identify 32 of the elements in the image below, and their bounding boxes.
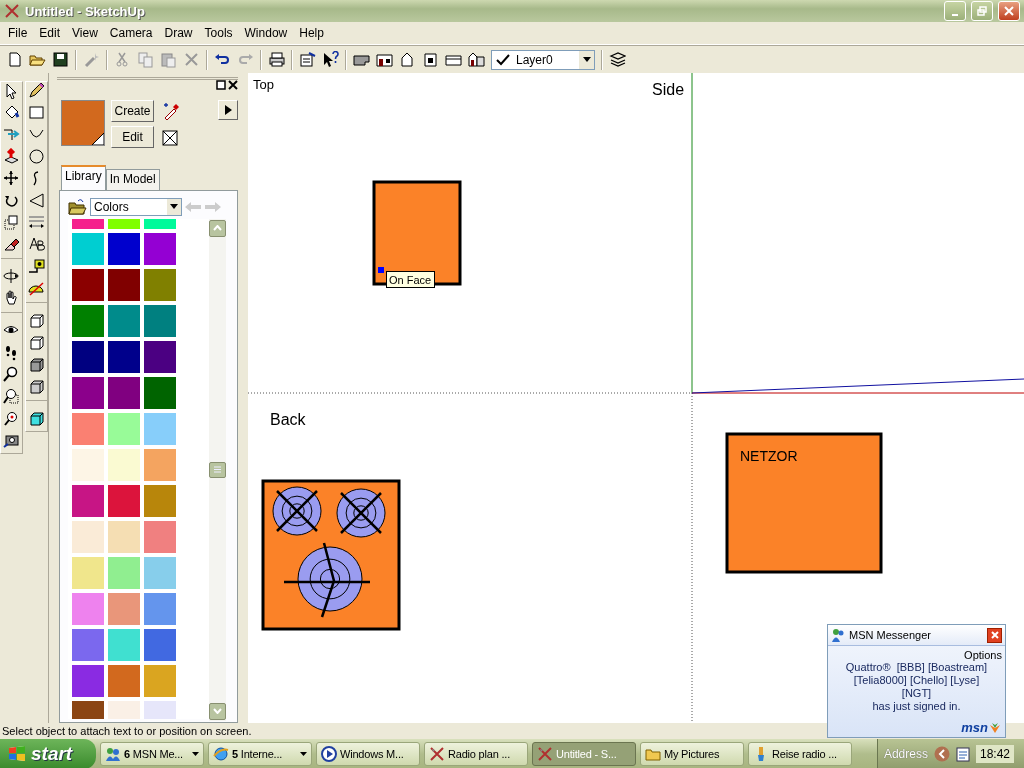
menu-item[interactable]: Window	[238, 24, 294, 42]
status-text: Select object to attach text to or position on screen.	[2, 725, 252, 737]
notification-message: Quattro® [BBB] [Boastream] [Telia8000] [Chello] [Lyse] [NGT] has just signed in.	[844, 661, 989, 713]
view-label: Back	[270, 411, 306, 428]
menu-item[interactable]: View	[66, 24, 104, 42]
material-button[interactable]: Create	[111, 100, 154, 122]
view-label: Side	[652, 81, 685, 98]
options-link[interactable]: Options	[964, 646, 1005, 661]
menu-item[interactable]: Help	[293, 24, 330, 42]
menu-item[interactable]: Edit	[33, 24, 67, 42]
material-button[interactable]: Edit	[111, 126, 154, 148]
popup-title: MSN Messenger	[849, 629, 932, 641]
tab[interactable]: Library	[61, 164, 106, 190]
window-title: Untitled - SketchUp	[25, 3, 146, 19]
library-dropdown[interactable]: Colors	[90, 197, 182, 216]
taskbar-button[interactable]: 5 Interne...	[208, 742, 312, 766]
logo-text: msn	[961, 720, 988, 735]
view-label: Top	[253, 77, 274, 92]
taskbar-button[interactable]: My Pictures	[640, 742, 744, 766]
taskbar-button[interactable]: Radio plan ...	[424, 742, 528, 766]
tooltip: On Face	[386, 271, 435, 288]
menu-item[interactable]: Draw	[158, 24, 199, 42]
face-label: NETZOR	[740, 448, 798, 464]
taskbar-button[interactable]: 6 MSN Me...	[100, 742, 204, 766]
menu-item[interactable]: Tools	[198, 24, 239, 42]
menu-item[interactable]: Camera	[103, 24, 159, 42]
layer-dropdown[interactable]: Layer0	[491, 49, 595, 70]
taskbar-button[interactable]: Reise radio ...	[748, 742, 852, 766]
clock: 18:42	[975, 745, 1014, 763]
menu-item[interactable]: File	[2, 24, 34, 42]
taskbar-button[interactable]: Windows M...	[316, 742, 420, 766]
tab[interactable]: In Model	[105, 168, 160, 190]
